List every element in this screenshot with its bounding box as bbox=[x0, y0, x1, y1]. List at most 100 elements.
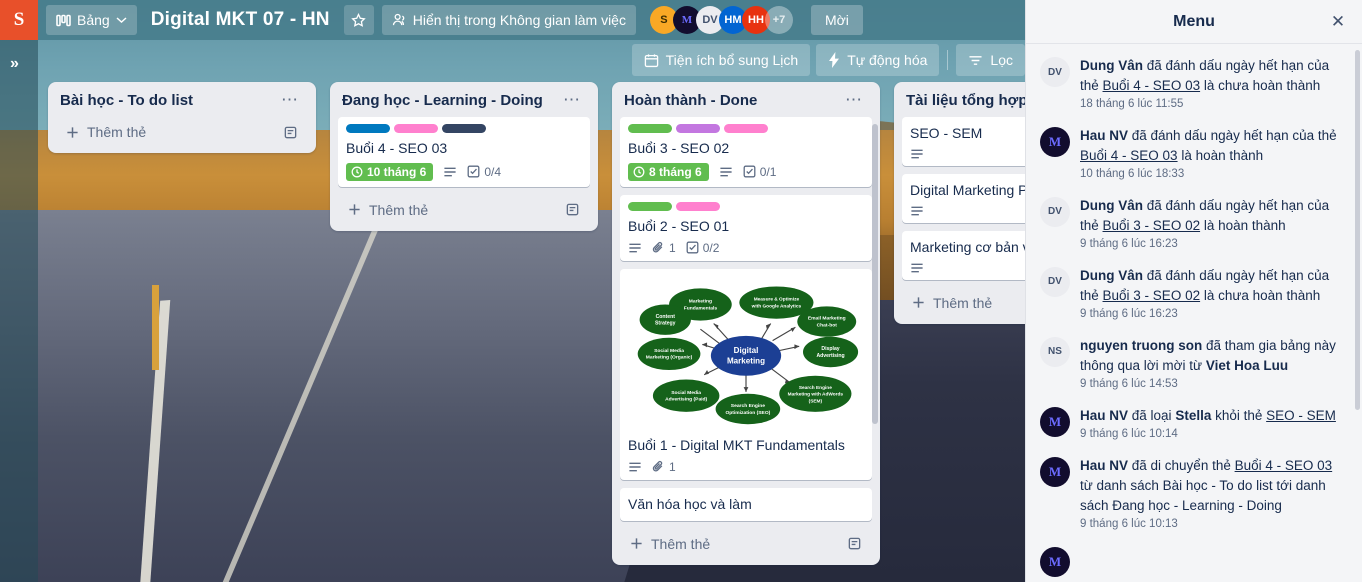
avatar[interactable]: M bbox=[1040, 546, 1070, 577]
svg-text:(SEM): (SEM) bbox=[809, 398, 823, 404]
svg-text:Optimization (SEO): Optimization (SEO) bbox=[725, 410, 770, 416]
card[interactable]: Buổi 3 - SEO 02 8 tháng 6 0/1 bbox=[620, 117, 872, 187]
app-logo[interactable]: S bbox=[0, 0, 38, 40]
checklist-count: 0/2 bbox=[702, 240, 720, 255]
filter-label: Lọc bbox=[990, 52, 1013, 68]
activity-item: M Hau NV đã di chuyển thẻ Buổi 4 - SEO 0… bbox=[1040, 450, 1348, 540]
card-badges: 1 bbox=[628, 460, 864, 474]
list-doing: Đang học - Learning - Doing ⋯ Buổi 4 - S… bbox=[330, 82, 598, 231]
activity-text: Dung Vân đã đánh dấu ngày hết hạn của th… bbox=[1080, 56, 1348, 96]
card[interactable]: Văn hóa học và làm bbox=[620, 487, 872, 521]
description-icon bbox=[628, 461, 642, 473]
add-card-button[interactable]: Thêm thẻ bbox=[56, 117, 308, 147]
close-icon[interactable]: ✕ bbox=[1328, 12, 1348, 32]
svg-text:Advertising (Paid): Advertising (Paid) bbox=[665, 396, 707, 402]
avatar[interactable]: DV bbox=[1040, 266, 1070, 297]
ellipsis-icon[interactable]: ⋯ bbox=[557, 92, 586, 109]
card-labels bbox=[628, 124, 864, 133]
avatar-overflow-count[interactable]: +7 bbox=[764, 6, 793, 34]
card-label[interactable] bbox=[676, 201, 720, 211]
activity-item: DV Dung Vân đã đánh dấu ngày hết hạn của… bbox=[1040, 260, 1348, 330]
card-label[interactable] bbox=[442, 124, 486, 133]
star-icon[interactable] bbox=[343, 5, 374, 35]
boards-menu-button[interactable]: Bảng bbox=[46, 5, 137, 35]
avatar[interactable]: NS bbox=[1040, 336, 1070, 367]
activity-card-link[interactable]: SEO - SEM bbox=[1266, 408, 1336, 423]
card-label[interactable] bbox=[628, 124, 672, 133]
avatar[interactable]: DV bbox=[1040, 196, 1070, 227]
menu-scrollbar[interactable] bbox=[1355, 50, 1360, 410]
calendar-powerup-button[interactable]: Tiện ích bổ sung Lịch bbox=[631, 44, 811, 76]
activity-item: M Hau NV đã đánh dấu ngày hết hạn của th… bbox=[1040, 120, 1348, 190]
activity-item: NS nguyen truong son đã tham gia bảng nà… bbox=[1040, 330, 1348, 400]
automation-button[interactable]: Tự động hóa bbox=[816, 44, 940, 76]
card[interactable]: Buổi 4 - SEO 03 10 tháng 6 0/4 bbox=[338, 117, 590, 187]
activity-actor: Dung Vân bbox=[1080, 58, 1143, 73]
svg-text:Email Marketing: Email Marketing bbox=[808, 315, 846, 321]
svg-text:Strategy: Strategy bbox=[655, 320, 676, 326]
due-date-label: 8 tháng 6 bbox=[649, 164, 702, 179]
card-label[interactable] bbox=[628, 201, 672, 211]
add-card-label: Thêm thẻ bbox=[933, 294, 993, 311]
list-cards: Buổi 4 - SEO 03 10 tháng 6 0/4 bbox=[334, 117, 594, 195]
activity-card-link[interactable]: Buổi 3 - SEO 02 bbox=[1103, 218, 1201, 233]
attachment-count: 1 bbox=[669, 240, 676, 255]
avatar[interactable]: DV bbox=[1040, 57, 1070, 87]
card-labels bbox=[346, 124, 582, 133]
left-sidebar-rail: » bbox=[0, 40, 38, 582]
activity-card-link[interactable]: Buổi 4 - SEO 03 bbox=[1235, 458, 1333, 473]
card-template-icon[interactable] bbox=[565, 202, 580, 217]
plus-icon bbox=[66, 126, 79, 139]
activity-card-link[interactable]: Buổi 3 - SEO 02 bbox=[1103, 288, 1201, 303]
ellipsis-icon[interactable]: ⋯ bbox=[839, 92, 868, 109]
svg-text:Social Media: Social Media bbox=[671, 390, 701, 396]
invite-button[interactable]: Mời bbox=[810, 5, 863, 35]
card-template-icon[interactable] bbox=[283, 125, 298, 140]
list-title: Tài liệu tổng hợp bbox=[906, 92, 1028, 109]
workspace-visibility-button[interactable]: Hiển thị trong Không gian làm việc bbox=[381, 5, 636, 35]
list-scrollbar[interactable] bbox=[872, 124, 878, 424]
plus-icon bbox=[348, 203, 361, 216]
activity-actor: Hau NV bbox=[1080, 127, 1129, 143]
card-label[interactable] bbox=[346, 124, 390, 133]
list-cards: Buổi 3 - SEO 02 8 tháng 6 0/1 Buổi 2 - S… bbox=[616, 117, 876, 529]
people-icon bbox=[392, 13, 407, 27]
avatar[interactable]: M bbox=[1040, 406, 1070, 437]
activity-text: nguyen truong son đã tham gia bảng này t… bbox=[1080, 336, 1348, 376]
board-lists-container: Bài học - To do list ⋯ Thêm thẻ Đang học… bbox=[48, 82, 1162, 582]
add-card-button[interactable]: Thêm thẻ bbox=[338, 195, 590, 225]
list-header: Bài học - To do list ⋯ bbox=[52, 90, 312, 117]
activity-text: Hau NV đã đánh dấu ngày hết hạn của thẻ … bbox=[1080, 126, 1348, 166]
activity-actor: Dung Vân bbox=[1080, 197, 1143, 213]
description-icon bbox=[910, 148, 924, 160]
card-badges: 8 tháng 6 0/1 bbox=[628, 162, 864, 181]
card-label[interactable] bbox=[676, 124, 720, 133]
avatar[interactable]: M bbox=[1040, 126, 1070, 157]
filter-button[interactable]: Lọc bbox=[956, 44, 1025, 76]
board-menu-sidebar: Menu ✕ DV Dung Vân đã đánh dấu ngày hết … bbox=[1025, 0, 1362, 582]
card-label[interactable] bbox=[724, 124, 768, 133]
double-chevron-right-icon[interactable]: » bbox=[10, 56, 19, 72]
card[interactable]: Buổi 2 - SEO 01 1 0/2 bbox=[620, 194, 872, 261]
card-title: Văn hóa học và làm bbox=[628, 495, 752, 512]
activity-timestamp: 9 tháng 6 lúc 16:23 bbox=[1080, 307, 1178, 320]
svg-text:Display: Display bbox=[821, 346, 839, 352]
due-date-badge[interactable]: 10 tháng 6 bbox=[346, 162, 434, 181]
activity-card-link[interactable]: Buổi 4 - SEO 03 bbox=[1080, 148, 1178, 163]
activity-text-mid: khỏi thẻ bbox=[1211, 407, 1267, 423]
activity-item: M Hau NV đã loại Stella khỏi thẻ SEO - S… bbox=[1040, 400, 1348, 450]
add-card-button[interactable]: Thêm thẻ bbox=[620, 529, 872, 559]
list-title: Bài học - To do list bbox=[60, 92, 194, 109]
svg-text:Digital: Digital bbox=[734, 346, 759, 355]
activity-card-link[interactable]: Buổi 4 - SEO 03 bbox=[1103, 78, 1201, 93]
card-label[interactable] bbox=[394, 124, 438, 133]
ellipsis-icon[interactable]: ⋯ bbox=[275, 92, 304, 109]
card-template-icon[interactable] bbox=[847, 536, 862, 551]
paperclip-icon bbox=[652, 460, 665, 473]
card[interactable]: Digital Marketing Marketing Fundamentals… bbox=[620, 268, 872, 480]
board-grid-icon bbox=[56, 14, 71, 27]
due-date-badge[interactable]: 8 tháng 6 bbox=[628, 162, 709, 181]
activity-text-2: là hoàn thành bbox=[1177, 147, 1264, 163]
card-labels bbox=[628, 201, 864, 211]
avatar[interactable]: M bbox=[1040, 456, 1070, 487]
